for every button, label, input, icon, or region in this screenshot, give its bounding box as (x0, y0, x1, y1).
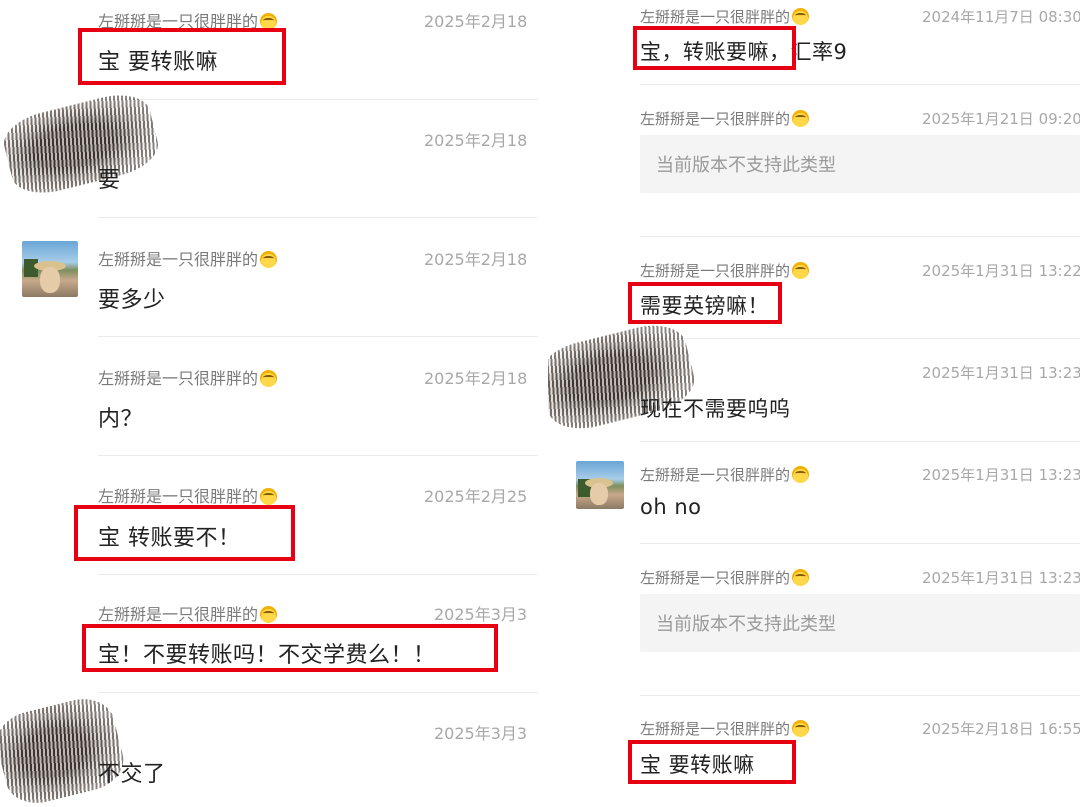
chick-emoji-icon (260, 251, 278, 268)
message-timestamp: 2025年3月3 (434, 724, 528, 743)
chat-history-left-panel: 左掰掰是一只很胖胖的 2025年2月18 宝 要转账嘛 2025年2月18 要 … (0, 0, 548, 807)
separator (98, 692, 538, 693)
separator (640, 84, 1080, 85)
unsupported-message-card[interactable]: 当前版本不支持此类型 (640, 594, 1080, 652)
message-timestamp: 2025年3月3 (434, 605, 528, 624)
chick-emoji-icon (260, 606, 278, 623)
redacted-avatar-blur (0, 691, 130, 807)
sender-name: 左掰掰是一只很胖胖的 (640, 108, 810, 129)
separator (98, 574, 538, 575)
highlight-box (628, 740, 796, 784)
chick-emoji-icon (792, 262, 810, 279)
separator (640, 543, 1080, 544)
sender-name: 左掰掰是一只很胖胖的 (640, 260, 810, 281)
separator (98, 99, 538, 100)
unsupported-message-card[interactable]: 当前版本不支持此类型 (640, 135, 1080, 193)
message-timestamp: 2025年1月31日 13:23 (922, 364, 1080, 382)
chick-emoji-icon (792, 466, 810, 483)
message-text: 内？ (98, 407, 144, 432)
message-timestamp: 2025年2月18 (424, 369, 528, 388)
message-text: 要多少 (98, 288, 166, 313)
sender-name: 左掰掰是一只很胖胖的 (640, 718, 810, 739)
unsupported-message-text: 当前版本不支持此类型 (656, 614, 836, 635)
sender-name: 左掰掰是一只很胖胖的 (98, 246, 278, 270)
chat-history-right-panel: 左掰掰是一只很胖胖的 2024年11月7日 08:30 宝，转账要嘛，汇率9 左… (548, 0, 1080, 807)
message-timestamp: 2025年1月31日 13:22 (922, 262, 1080, 280)
message-timestamp: 2025年2月18日 16:55 (922, 720, 1080, 738)
message-timestamp: 2025年1月31日 13:23 (922, 466, 1080, 484)
separator (640, 441, 1080, 442)
chick-emoji-icon (260, 370, 278, 387)
sender-name: 左掰掰是一只很胖胖的 (98, 601, 278, 625)
sender-name: 左掰掰是一只很胖胖的 (640, 464, 810, 485)
chick-emoji-icon (792, 8, 810, 25)
message-timestamp: 2025年2月18 (424, 250, 528, 269)
separator (640, 338, 1080, 339)
highlight-box (74, 505, 295, 561)
avatar-image[interactable] (576, 461, 624, 509)
separator (640, 236, 1080, 237)
message-timestamp: 2025年2月18 (424, 12, 528, 31)
highlight-box (628, 282, 782, 324)
sender-name: 左掰掰是一只很胖胖的 (98, 483, 278, 507)
sender-name: 左掰掰是一只很胖胖的 (98, 365, 278, 389)
message-timestamp: 2025年2月18 (424, 131, 528, 150)
message-text: 要 (98, 168, 121, 193)
separator (98, 455, 538, 456)
highlight-box (633, 26, 796, 70)
chick-emoji-icon (792, 569, 810, 586)
message-timestamp: 2024年11月7日 08:30 (922, 8, 1080, 26)
avatar-image[interactable] (22, 241, 78, 297)
message-text: 现在不需要呜呜 (640, 397, 791, 421)
message-timestamp: 2025年1月21日 09:20 (922, 110, 1080, 128)
separator (98, 217, 538, 218)
sender-name: 左掰掰是一只很胖胖的 (640, 6, 810, 27)
highlight-box (78, 28, 286, 85)
redacted-avatar-blur (0, 87, 164, 201)
unsupported-message-text: 当前版本不支持此类型 (656, 155, 836, 176)
chick-emoji-icon (792, 720, 810, 737)
highlight-box (82, 624, 498, 672)
sender-name: 左掰掰是一只很胖胖的 (640, 567, 810, 588)
chick-emoji-icon (792, 110, 810, 127)
message-text: 不交了 (98, 762, 166, 787)
separator (98, 336, 538, 337)
message-timestamp: 2025年1月31日 13:23 (922, 569, 1080, 587)
separator (640, 695, 1080, 696)
message-timestamp: 2025年2月25 (424, 487, 528, 506)
message-text: oh no (640, 495, 702, 519)
chick-emoji-icon (260, 488, 278, 505)
